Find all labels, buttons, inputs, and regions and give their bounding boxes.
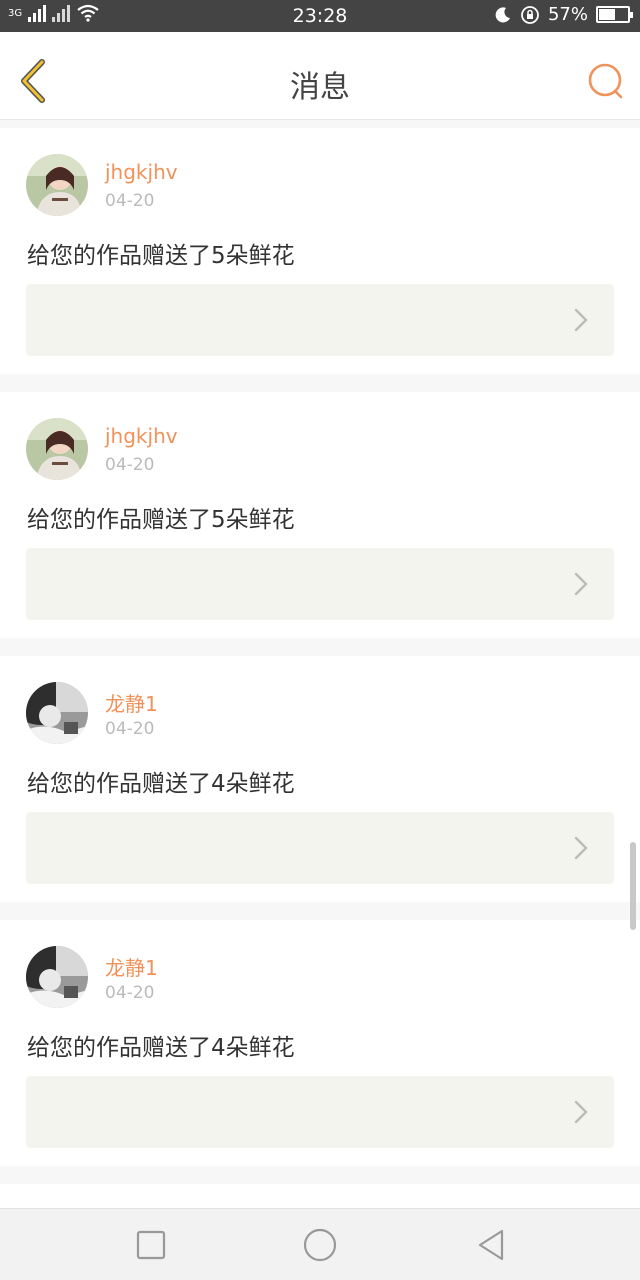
message-date: 04-20: [105, 719, 155, 739]
message-date: 04-20: [105, 191, 155, 211]
square-icon[interactable]: [133, 1227, 169, 1263]
rotation-lock-icon: [521, 5, 539, 24]
message-card[interactable]: 龙静1 04-20 给您的作品赠送了4朵鲜花: [0, 656, 640, 902]
message-card[interactable]: jhgkjhv 04-20 给您的作品赠送了5朵鲜花: [0, 392, 640, 638]
chevron-right-icon: [574, 308, 588, 332]
triangle-back-icon[interactable]: [474, 1227, 510, 1263]
chevron-right-icon: [574, 836, 588, 860]
circle-icon[interactable]: [302, 1227, 338, 1263]
scrollbar[interactable]: [630, 842, 636, 930]
top-bar: 消息: [0, 32, 640, 120]
message-text: 给您的作品赠送了4朵鲜花: [27, 1035, 295, 1061]
message-date: 04-20: [105, 455, 155, 475]
message-text: 给您的作品赠送了5朵鲜花: [27, 507, 295, 533]
search-icon[interactable]: [586, 62, 626, 102]
moon-icon: [495, 6, 510, 22]
username[interactable]: jhgkjhv: [105, 424, 178, 448]
username[interactable]: 龙静1: [105, 688, 158, 717]
system-nav-bar: [0, 1208, 640, 1280]
avatar[interactable]: [26, 682, 88, 744]
message-text: 给您的作品赠送了5朵鲜花: [27, 243, 295, 269]
message-list: jhgkjhv 04-20 给您的作品赠送了5朵鲜花 jhgkjhv 04-20…: [0, 128, 640, 1242]
username[interactable]: 龙静1: [105, 952, 158, 981]
status-right: 57%: [494, 4, 633, 25]
avatar[interactable]: [26, 154, 88, 216]
message-text: 给您的作品赠送了4朵鲜花: [27, 771, 295, 797]
page-title: 消息: [290, 70, 350, 105]
username[interactable]: jhgkjhv: [105, 160, 178, 184]
status-bar: 3G 23:28 57%: [0, 0, 640, 32]
work-link[interactable]: [26, 1076, 614, 1148]
chevron-right-icon: [574, 1100, 588, 1124]
work-link[interactable]: [26, 548, 614, 620]
work-link[interactable]: [26, 812, 614, 884]
battery-icon: [596, 6, 633, 23]
chevron-right-icon: [574, 572, 588, 596]
message-card[interactable]: 龙静1 04-20 给您的作品赠送了4朵鲜花: [0, 920, 640, 1166]
avatar[interactable]: [26, 946, 88, 1008]
message-card[interactable]: jhgkjhv 04-20 给您的作品赠送了5朵鲜花: [0, 128, 640, 374]
battery-percent: 57%: [547, 4, 588, 25]
work-link[interactable]: [26, 284, 614, 356]
avatar[interactable]: [26, 418, 88, 480]
message-date: 04-20: [105, 983, 155, 1003]
